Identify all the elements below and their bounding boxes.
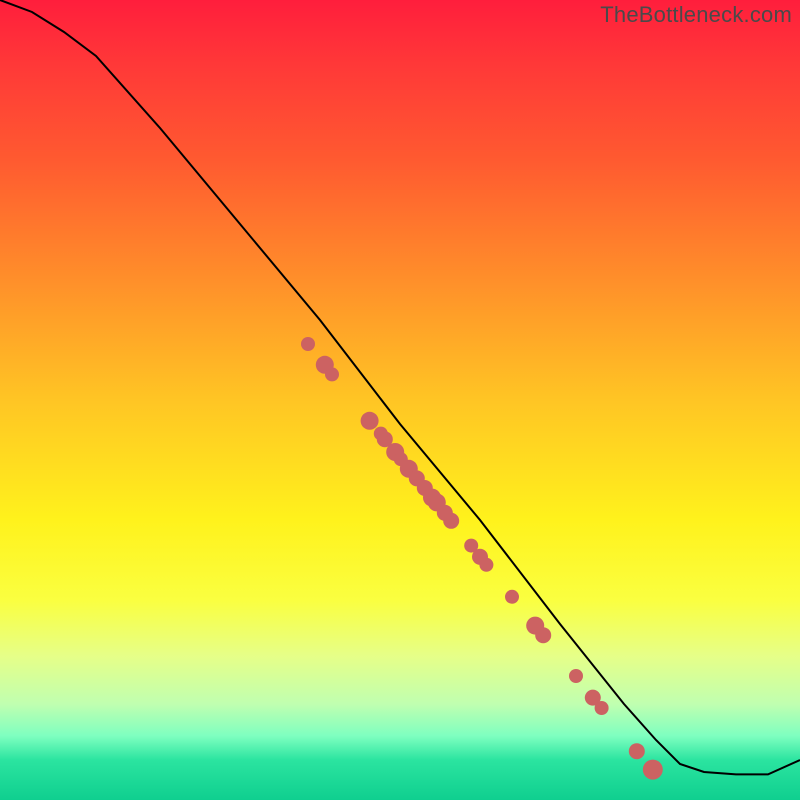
data-point: [443, 513, 459, 529]
bottleneck-curve: [0, 0, 800, 774]
chart-container: TheBottleneck.com: [0, 0, 800, 800]
data-point: [301, 337, 315, 351]
data-point: [361, 412, 379, 430]
data-point: [535, 627, 551, 643]
data-point: [505, 590, 519, 604]
data-point: [629, 743, 645, 759]
data-point: [643, 760, 663, 780]
data-point: [479, 558, 493, 572]
data-point: [325, 367, 339, 381]
data-point: [569, 669, 583, 683]
data-point: [595, 701, 609, 715]
chart-svg: [0, 0, 800, 800]
